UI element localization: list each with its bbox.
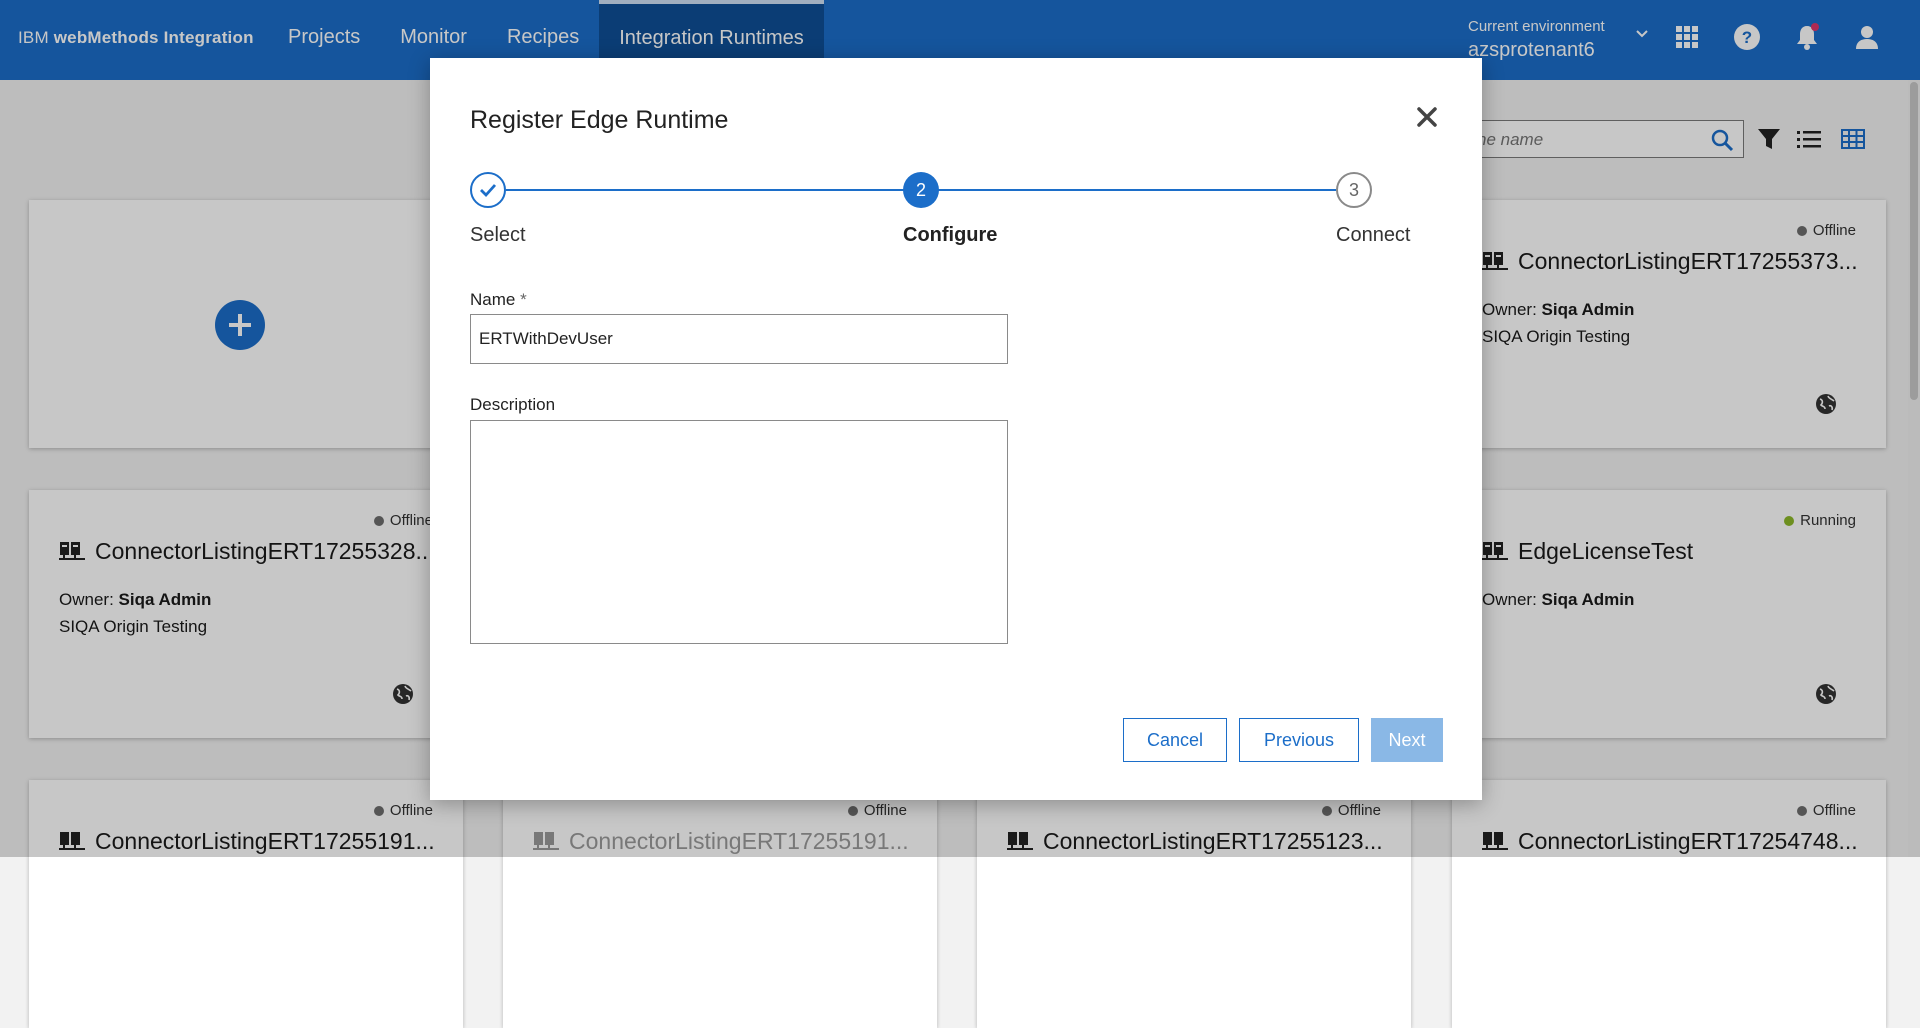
dialog-title: Register Edge Runtime <box>470 106 729 134</box>
checkmark-icon <box>480 184 497 198</box>
register-edge-runtime-dialog: Register Edge Runtime 2 3 Select Configu… <box>430 58 1482 800</box>
cancel-button[interactable]: Cancel <box>1123 718 1227 762</box>
step-1-complete <box>470 172 506 208</box>
next-button[interactable]: Next <box>1371 718 1443 762</box>
name-label: Name * <box>470 290 527 309</box>
step-3-upcoming: 3 <box>1336 172 1372 208</box>
description-label: Description <box>470 395 556 414</box>
name-input[interactable] <box>470 314 1008 364</box>
step-2-label: Configure <box>903 224 998 246</box>
required-indicator: * <box>520 290 527 309</box>
previous-button[interactable]: Previous <box>1239 718 1359 762</box>
close-icon[interactable] <box>1412 102 1442 132</box>
description-textarea[interactable] <box>470 420 1008 644</box>
step-2-current: 2 <box>903 172 939 208</box>
step-3-label: Connect <box>1336 224 1411 246</box>
step-1-label: Select <box>470 224 526 246</box>
